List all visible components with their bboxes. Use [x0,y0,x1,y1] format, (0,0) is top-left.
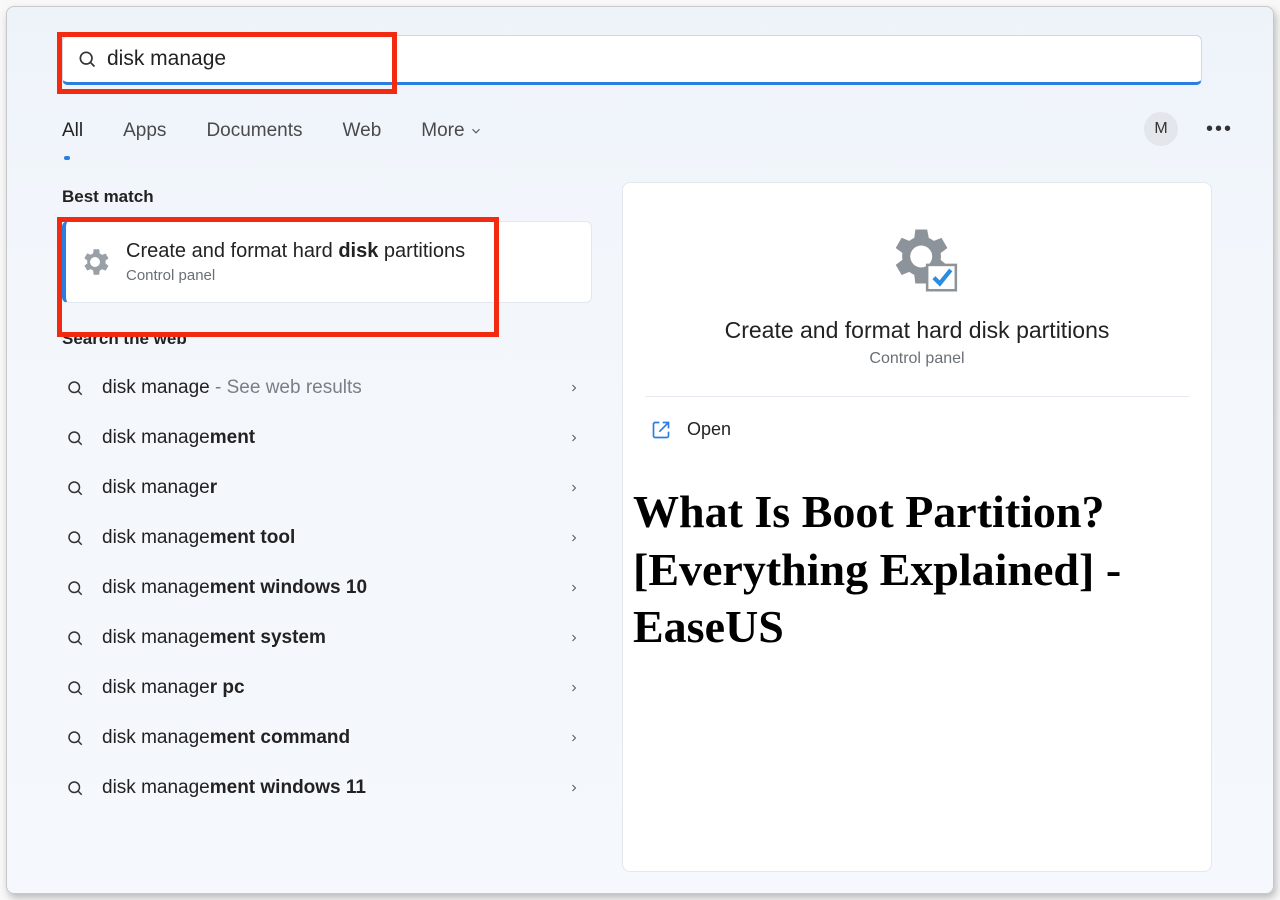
search-icon [66,429,84,447]
results-column: Best match Create and format hard disk p… [62,187,592,813]
search-icon [66,529,84,547]
best-match-subtitle: Control panel [126,267,465,284]
web-result-label: disk management [102,427,255,449]
search-input[interactable] [107,47,1187,71]
chevron-right-icon [568,382,580,394]
chevron-right-icon [568,782,580,794]
preview-subtitle: Control panel [645,350,1189,368]
preview-panel: Create and format hard disk partitions C… [622,182,1212,872]
open-label: Open [687,419,731,440]
tab-more-label: More [421,120,464,142]
chevron-down-icon [469,124,483,138]
best-match-title-suffix: partitions [378,240,465,262]
chevron-right-icon [568,732,580,744]
chevron-right-icon [568,432,580,444]
search-icon [66,379,84,397]
web-result-item[interactable]: disk management system [62,613,592,663]
web-result-item[interactable]: disk management windows 11 [62,763,592,813]
tab-more[interactable]: More [421,114,482,148]
web-result-label: disk management windows 10 [102,577,367,599]
web-result-label: disk manager [102,477,217,499]
tab-apps[interactable]: Apps [123,114,166,148]
tab-web[interactable]: Web [343,114,382,148]
search-icon [66,679,84,697]
article-title-overlay: What Is Boot Partition? [Everything Expl… [623,483,1211,656]
search-icon [66,479,84,497]
user-avatar[interactable]: M [1144,112,1178,146]
best-match-heading: Best match [62,187,592,207]
preview-icon-container [645,221,1189,297]
top-right-controls: M ••• [1144,112,1233,146]
search-icon [66,729,84,747]
web-result-label: disk manager pc [102,677,245,699]
web-result-label: disk management windows 11 [102,777,366,799]
web-result-label: disk management tool [102,527,295,549]
web-result-item[interactable]: disk management [62,413,592,463]
chevron-right-icon [568,482,580,494]
search-web-heading: Search the web [62,329,592,349]
search-icon [66,629,84,647]
search-window: All Apps Documents Web More M ••• Best m… [6,6,1274,894]
search-bar[interactable] [62,35,1202,85]
web-result-label: disk management command [102,727,350,749]
web-result-item[interactable]: disk management tool [62,513,592,563]
web-result-item[interactable]: disk management windows 10 [62,563,592,613]
web-result-label: disk management system [102,627,326,649]
gear-check-icon [874,221,960,297]
tab-documents[interactable]: Documents [206,114,302,148]
open-action[interactable]: Open [645,415,1189,444]
web-result-item[interactable]: disk manage - See web results [62,363,592,413]
preview-title: Create and format hard disk partitions [645,317,1189,344]
chevron-right-icon [568,532,580,544]
web-results-list: disk manage - See web results disk manage… [62,363,592,813]
chevron-right-icon [568,582,580,594]
best-match-text: Create and format hard disk partitions C… [126,240,465,284]
filter-tabs: All Apps Documents Web More [62,114,483,148]
best-match-title-bold: disk [338,240,378,262]
tab-all[interactable]: All [62,114,83,148]
chevron-right-icon [568,632,580,644]
web-result-item[interactable]: disk manager [62,463,592,513]
divider [645,396,1189,397]
web-result-item[interactable]: disk management command [62,713,592,763]
web-result-label: disk manage - See web results [102,377,362,399]
best-match-result[interactable]: Create and format hard disk partitions C… [62,221,592,303]
search-icon [66,779,84,797]
more-options-button[interactable]: ••• [1206,118,1233,141]
search-icon [66,579,84,597]
chevron-right-icon [568,682,580,694]
search-icon [77,49,97,69]
web-result-item[interactable]: disk manager pc [62,663,592,713]
gear-icon [78,245,112,279]
open-link-icon [651,420,671,440]
best-match-title-prefix: Create and format hard [126,240,338,262]
